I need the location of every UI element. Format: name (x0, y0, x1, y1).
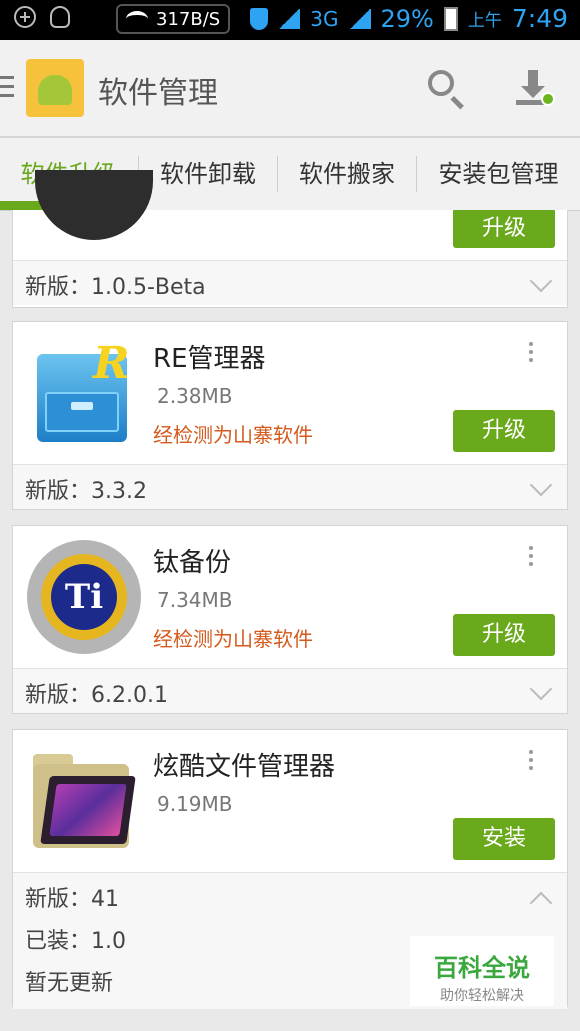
app-warning: 经检测为山寨软件 (153, 627, 313, 651)
new-version-text: 新版：41 (25, 887, 119, 912)
status-left-icons (14, 6, 70, 28)
folder-app-icon (33, 754, 137, 850)
wifi-signal-icon (278, 8, 301, 29)
upgrade-button[interactable]: 升级 (453, 410, 555, 452)
list-item: R RE管理器 2.38MB 经检测为山寨软件 升级 新版：3.3.2 (12, 321, 568, 510)
menu-icon[interactable] (0, 76, 14, 100)
app-size: 9.19MB (157, 792, 233, 816)
re-manager-app-icon: R (31, 338, 139, 450)
installed-version-text: 已装：1.0 (25, 929, 126, 954)
more-options-icon[interactable] (529, 750, 533, 770)
list-item: 升级 新版：1.0.5-Beta (12, 170, 568, 308)
app-name: RE管理器 (153, 344, 266, 374)
version-row[interactable]: 新版：6.2.0.1 (13, 668, 567, 713)
app-warning: 经检测为山寨软件 (153, 423, 313, 447)
list-item: Ti 钛备份 7.34MB 经检测为山寨软件 升级 新版：6.2.0.1 (12, 525, 568, 714)
shield-icon (250, 7, 269, 30)
chevron-down-icon[interactable] (529, 677, 553, 701)
time-ampm: 上午 (467, 11, 502, 31)
titanium-backup-app-icon: Ti (27, 540, 141, 654)
wifi-icon (126, 11, 148, 27)
tab-package-manager[interactable]: 安装包管理 (417, 138, 580, 210)
install-button[interactable]: 安装 (453, 818, 555, 860)
app-icon (35, 170, 153, 240)
network-type: 3G (310, 6, 339, 31)
search-icon[interactable] (428, 70, 454, 96)
new-version-text: 新版：6.2.0.1 (25, 683, 168, 708)
tab-software-move[interactable]: 软件搬家 (278, 138, 416, 210)
clock: 7:49 (511, 4, 568, 33)
battery-icon (443, 6, 458, 31)
add-circle-icon (14, 6, 36, 28)
version-row[interactable]: 新版：3.3.2 (13, 464, 567, 509)
version-row[interactable]: 新版：1.0.5-Beta (13, 260, 567, 305)
notification-dot (541, 92, 555, 106)
watermark-logo: 百科全说 助你轻松解决 (410, 936, 554, 1006)
new-version-text: 新版：3.3.2 (25, 479, 147, 504)
watermark-title: 百科全说 (434, 954, 530, 982)
watermark-subtitle: 助你轻松解决 (440, 988, 524, 1004)
app-bar: 软件管理 (0, 40, 580, 138)
chevron-up-icon[interactable] (529, 891, 553, 915)
app-name: 炫酷文件管理器 (153, 752, 336, 782)
status-bar: 317B/S 3G 29% 上午 7:49 (0, 0, 580, 40)
more-options-icon[interactable] (529, 546, 533, 566)
cell-signal-icon (348, 8, 371, 29)
chevron-down-icon[interactable] (529, 473, 553, 497)
app-logo[interactable] (26, 59, 84, 117)
app-name: 钛备份 (153, 548, 232, 578)
tab-software-uninstall[interactable]: 软件卸载 (139, 138, 277, 210)
upgrade-button[interactable]: 升级 (453, 210, 555, 248)
network-speed-indicator: 317B/S (116, 4, 231, 34)
chevron-down-icon[interactable] (529, 269, 553, 293)
network-speed: 317B/S (156, 8, 221, 30)
more-options-icon[interactable] (529, 342, 533, 362)
new-version-text: 新版：1.0.5-Beta (25, 275, 206, 300)
page-title: 软件管理 (98, 76, 218, 111)
android-robot-icon (38, 75, 72, 105)
app-size: 2.38MB (157, 384, 233, 408)
battery-percent: 29% (380, 4, 434, 33)
qq-icon (50, 6, 70, 28)
status-right-icons: 3G 29% 上午 7:49 (250, 4, 568, 33)
upgrade-button[interactable]: 升级 (453, 614, 555, 656)
app-size: 7.34MB (157, 588, 233, 612)
update-note: 暂无更新 (25, 971, 114, 996)
